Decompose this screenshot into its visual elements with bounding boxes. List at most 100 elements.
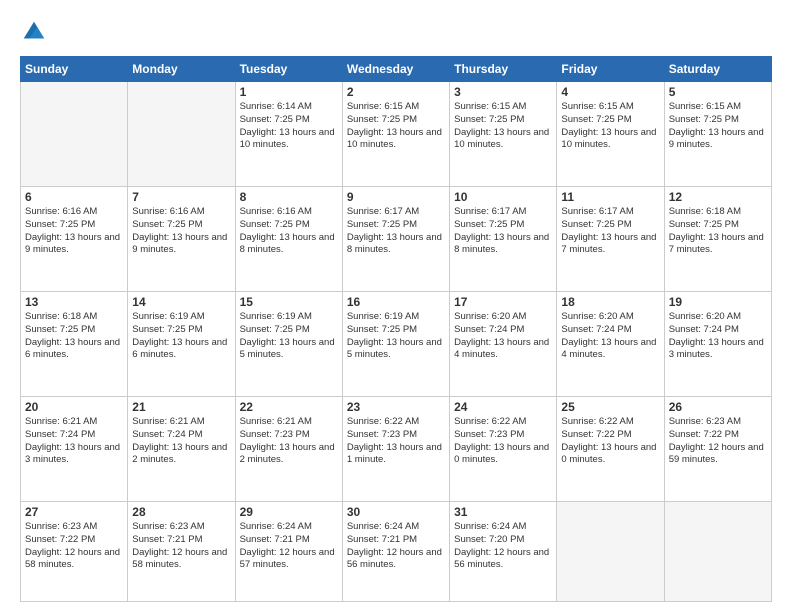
day-info: Sunrise: 6:19 AM Sunset: 7:25 PM Dayligh… xyxy=(347,311,445,362)
day-number: 2 xyxy=(347,85,445,99)
day-number: 21 xyxy=(132,400,230,414)
day-number: 13 xyxy=(25,295,123,309)
day-info: Sunrise: 6:21 AM Sunset: 7:24 PM Dayligh… xyxy=(132,416,230,467)
day-number: 31 xyxy=(454,505,552,519)
day-info: Sunrise: 6:15 AM Sunset: 7:25 PM Dayligh… xyxy=(454,101,552,152)
calendar-day-header: Wednesday xyxy=(342,57,449,82)
day-info: Sunrise: 6:24 AM Sunset: 7:20 PM Dayligh… xyxy=(454,521,552,572)
day-number: 16 xyxy=(347,295,445,309)
day-number: 19 xyxy=(669,295,767,309)
day-number: 18 xyxy=(561,295,659,309)
calendar-day-header: Saturday xyxy=(664,57,771,82)
day-number: 25 xyxy=(561,400,659,414)
calendar-header-row: SundayMondayTuesdayWednesdayThursdayFrid… xyxy=(21,57,772,82)
calendar-day-cell: 20 Sunrise: 6:21 AM Sunset: 7:24 PM Dayli… xyxy=(21,397,128,502)
calendar-day-header: Monday xyxy=(128,57,235,82)
day-info: Sunrise: 6:20 AM Sunset: 7:24 PM Dayligh… xyxy=(561,311,659,362)
calendar-week-row: 27Sunrise: 6:23 AM Sunset: 7:22 PM Dayli… xyxy=(21,502,772,602)
day-info: Sunrise: 6:17 AM Sunset: 7:25 PM Dayligh… xyxy=(454,206,552,257)
logo xyxy=(20,18,50,46)
calendar-day-header: Friday xyxy=(557,57,664,82)
calendar-day-cell: 21 Sunrise: 6:21 AM Sunset: 7:24 PM Dayli… xyxy=(128,397,235,502)
calendar-day-header: Sunday xyxy=(21,57,128,82)
day-info: Sunrise: 6:18 AM Sunset: 7:25 PM Dayligh… xyxy=(25,311,123,362)
day-info: Sunrise: 6:16 AM Sunset: 7:25 PM Dayligh… xyxy=(132,206,230,257)
calendar-day-cell: 2 Sunrise: 6:15 AM Sunset: 7:25 PM Daylig… xyxy=(342,82,449,187)
day-info: Sunrise: 6:16 AM Sunset: 7:25 PM Dayligh… xyxy=(240,206,338,257)
calendar-day-cell: 11 Sunrise: 6:17 AM Sunset: 7:25 PM Dayli… xyxy=(557,187,664,292)
day-info: Sunrise: 6:14 AM Sunset: 7:25 PM Dayligh… xyxy=(240,101,338,152)
calendar-day-cell: 12Sunrise: 6:18 AM Sunset: 7:25 PM Dayli… xyxy=(664,187,771,292)
calendar-table: SundayMondayTuesdayWednesdayThursdayFrid… xyxy=(20,56,772,602)
calendar-day-cell: 27Sunrise: 6:23 AM Sunset: 7:22 PM Dayli… xyxy=(21,502,128,602)
page: SundayMondayTuesdayWednesdayThursdayFrid… xyxy=(0,0,792,612)
calendar-day-cell: 26 Sunrise: 6:23 AM Sunset: 7:22 PM Dayli… xyxy=(664,397,771,502)
day-number: 12 xyxy=(669,190,767,204)
day-number: 27 xyxy=(25,505,123,519)
logo-icon xyxy=(20,18,48,46)
calendar-day-cell: 28 Sunrise: 6:23 AM Sunset: 7:21 PM Dayli… xyxy=(128,502,235,602)
calendar-day-cell: 30Sunrise: 6:24 AM Sunset: 7:21 PM Dayli… xyxy=(342,502,449,602)
day-number: 17 xyxy=(454,295,552,309)
day-number: 20 xyxy=(25,400,123,414)
day-number: 8 xyxy=(240,190,338,204)
calendar-day-cell: 19 Sunrise: 6:20 AM Sunset: 7:24 PM Dayli… xyxy=(664,292,771,397)
calendar-day-cell xyxy=(128,82,235,187)
day-info: Sunrise: 6:17 AM Sunset: 7:25 PM Dayligh… xyxy=(561,206,659,257)
calendar-day-cell xyxy=(557,502,664,602)
header xyxy=(20,18,772,46)
day-info: Sunrise: 6:23 AM Sunset: 7:21 PM Dayligh… xyxy=(132,521,230,572)
calendar-day-cell xyxy=(21,82,128,187)
calendar-day-cell: 13 Sunrise: 6:18 AM Sunset: 7:25 PM Dayli… xyxy=(21,292,128,397)
calendar-day-cell: 9 Sunrise: 6:17 AM Sunset: 7:25 PM Daylig… xyxy=(342,187,449,292)
day-number: 9 xyxy=(347,190,445,204)
calendar-day-cell: 16 Sunrise: 6:19 AM Sunset: 7:25 PM Dayli… xyxy=(342,292,449,397)
calendar-day-cell: 10Sunrise: 6:17 AM Sunset: 7:25 PM Dayli… xyxy=(450,187,557,292)
day-info: Sunrise: 6:23 AM Sunset: 7:22 PM Dayligh… xyxy=(669,416,767,467)
calendar-day-header: Thursday xyxy=(450,57,557,82)
day-info: Sunrise: 6:24 AM Sunset: 7:21 PM Dayligh… xyxy=(347,521,445,572)
day-info: Sunrise: 6:15 AM Sunset: 7:25 PM Dayligh… xyxy=(347,101,445,152)
calendar-day-cell: 15Sunrise: 6:19 AM Sunset: 7:25 PM Dayli… xyxy=(235,292,342,397)
day-number: 26 xyxy=(669,400,767,414)
calendar-week-row: 6 Sunrise: 6:16 AM Sunset: 7:25 PM Daylig… xyxy=(21,187,772,292)
day-number: 11 xyxy=(561,190,659,204)
day-info: Sunrise: 6:19 AM Sunset: 7:25 PM Dayligh… xyxy=(132,311,230,362)
day-info: Sunrise: 6:17 AM Sunset: 7:25 PM Dayligh… xyxy=(347,206,445,257)
calendar-day-cell: 24 Sunrise: 6:22 AM Sunset: 7:23 PM Dayli… xyxy=(450,397,557,502)
day-number: 24 xyxy=(454,400,552,414)
calendar-day-cell: 1 Sunrise: 6:14 AM Sunset: 7:25 PM Daylig… xyxy=(235,82,342,187)
day-number: 5 xyxy=(669,85,767,99)
calendar-day-cell: 14 Sunrise: 6:19 AM Sunset: 7:25 PM Dayli… xyxy=(128,292,235,397)
day-info: Sunrise: 6:22 AM Sunset: 7:22 PM Dayligh… xyxy=(561,416,659,467)
calendar-week-row: 20 Sunrise: 6:21 AM Sunset: 7:24 PM Dayli… xyxy=(21,397,772,502)
day-number: 28 xyxy=(132,505,230,519)
day-number: 23 xyxy=(347,400,445,414)
day-number: 3 xyxy=(454,85,552,99)
day-number: 14 xyxy=(132,295,230,309)
calendar-week-row: 1 Sunrise: 6:14 AM Sunset: 7:25 PM Daylig… xyxy=(21,82,772,187)
calendar-body: 1 Sunrise: 6:14 AM Sunset: 7:25 PM Daylig… xyxy=(21,82,772,602)
calendar-day-cell: 7 Sunrise: 6:16 AM Sunset: 7:25 PM Daylig… xyxy=(128,187,235,292)
calendar-day-cell: 22Sunrise: 6:21 AM Sunset: 7:23 PM Dayli… xyxy=(235,397,342,502)
day-info: Sunrise: 6:22 AM Sunset: 7:23 PM Dayligh… xyxy=(347,416,445,467)
day-number: 1 xyxy=(240,85,338,99)
day-number: 29 xyxy=(240,505,338,519)
day-number: 4 xyxy=(561,85,659,99)
calendar-day-cell: 31 Sunrise: 6:24 AM Sunset: 7:20 PM Dayli… xyxy=(450,502,557,602)
day-info: Sunrise: 6:19 AM Sunset: 7:25 PM Dayligh… xyxy=(240,311,338,362)
day-number: 6 xyxy=(25,190,123,204)
calendar-day-cell: 5Sunrise: 6:15 AM Sunset: 7:25 PM Daylig… xyxy=(664,82,771,187)
calendar-day-cell: 17 Sunrise: 6:20 AM Sunset: 7:24 PM Dayli… xyxy=(450,292,557,397)
calendar-day-header: Tuesday xyxy=(235,57,342,82)
calendar-day-cell: 23 Sunrise: 6:22 AM Sunset: 7:23 PM Dayli… xyxy=(342,397,449,502)
day-info: Sunrise: 6:15 AM Sunset: 7:25 PM Dayligh… xyxy=(561,101,659,152)
calendar-day-cell: 18 Sunrise: 6:20 AM Sunset: 7:24 PM Dayli… xyxy=(557,292,664,397)
calendar-day-cell xyxy=(664,502,771,602)
day-info: Sunrise: 6:21 AM Sunset: 7:24 PM Dayligh… xyxy=(25,416,123,467)
day-info: Sunrise: 6:24 AM Sunset: 7:21 PM Dayligh… xyxy=(240,521,338,572)
day-info: Sunrise: 6:20 AM Sunset: 7:24 PM Dayligh… xyxy=(669,311,767,362)
day-number: 7 xyxy=(132,190,230,204)
day-info: Sunrise: 6:20 AM Sunset: 7:24 PM Dayligh… xyxy=(454,311,552,362)
day-info: Sunrise: 6:22 AM Sunset: 7:23 PM Dayligh… xyxy=(454,416,552,467)
